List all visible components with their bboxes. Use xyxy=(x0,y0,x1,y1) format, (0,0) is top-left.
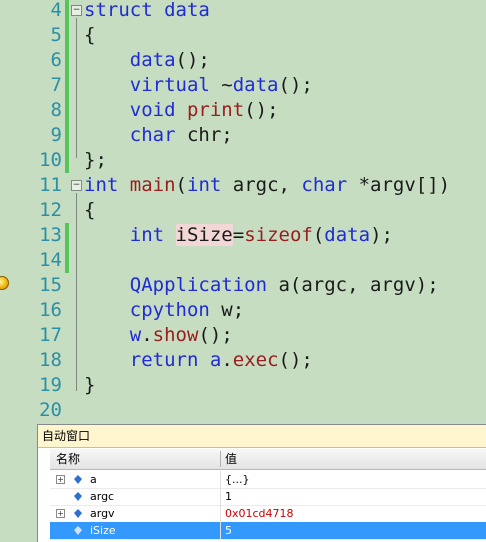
code-text: { xyxy=(84,24,96,46)
change-indicator xyxy=(65,23,69,48)
fold-guide xyxy=(76,18,77,158)
line-number: 19 xyxy=(39,374,62,396)
variable-row[interactable]: argc 1 xyxy=(50,488,486,506)
code-line[interactable]: 19 } xyxy=(0,373,486,398)
fold-collapse-icon[interactable]: − xyxy=(71,5,82,16)
change-indicator xyxy=(65,123,69,148)
fold-collapse-icon[interactable]: − xyxy=(71,180,82,191)
line-number: 20 xyxy=(39,399,62,421)
cell-separator xyxy=(220,471,221,488)
code-text: struct data xyxy=(84,0,210,21)
code-line[interactable]: 9 char chr; xyxy=(0,123,486,148)
code-text: return a.exec(); xyxy=(129,349,313,371)
code-line[interactable]: 16 cpython w; xyxy=(0,298,486,323)
change-indicator xyxy=(65,48,69,73)
line-number: 12 xyxy=(39,199,62,221)
line-number: 17 xyxy=(39,324,62,346)
line-number: 7 xyxy=(50,74,62,96)
line-number: 13 xyxy=(39,224,62,246)
column-name-header[interactable]: 名称 xyxy=(56,449,80,469)
change-indicator xyxy=(65,0,69,23)
code-line[interactable]: 11 − int main(int argc, char *argv[]) xyxy=(0,173,486,198)
variable-value[interactable]: 1 xyxy=(225,488,232,505)
expand-icon[interactable]: + xyxy=(56,475,65,484)
code-line[interactable]: 12 { xyxy=(0,198,486,223)
code-line[interactable]: 6 data(); xyxy=(0,48,486,73)
code-line[interactable]: 20 xyxy=(0,398,486,423)
change-indicator xyxy=(65,73,69,98)
variable-name: argv xyxy=(90,507,115,520)
line-number: 18 xyxy=(39,349,62,371)
code-line[interactable]: 18 return a.exec(); xyxy=(0,348,486,373)
change-indicator xyxy=(65,98,69,123)
code-text: data(); xyxy=(129,49,210,71)
code-text: } xyxy=(84,374,96,396)
autos-window-title: 自动窗口 xyxy=(38,425,486,448)
cell-separator xyxy=(220,505,221,522)
variable-icon xyxy=(74,492,82,501)
variable-icon xyxy=(74,475,82,484)
line-number: 8 xyxy=(50,99,62,121)
expand-icon[interactable]: + xyxy=(56,509,65,518)
code-line[interactable]: 14 xyxy=(0,248,486,273)
code-text: cpython w; xyxy=(129,299,245,321)
line-number: 16 xyxy=(39,299,62,321)
code-text: w.show(); xyxy=(129,324,233,346)
variable-row[interactable]: + argv 0x01cd4718 xyxy=(50,505,486,523)
change-indicator xyxy=(65,223,69,248)
cell-separator xyxy=(220,488,221,505)
fold-guide xyxy=(76,193,77,391)
line-number: 9 xyxy=(50,124,62,146)
autos-column-header: 名称 值 xyxy=(50,449,486,470)
code-line[interactable]: 13 int iSize=sizeof(data); xyxy=(0,223,486,248)
code-line[interactable]: 7 virtual ~data(); xyxy=(0,73,486,98)
variable-name: a xyxy=(90,473,97,486)
code-line[interactable]: 15 QApplication a(argc, argv); xyxy=(0,273,486,298)
change-indicator xyxy=(65,148,69,173)
code-text: int iSize=sizeof(data); xyxy=(129,224,393,246)
variable-value[interactable]: 5 xyxy=(225,522,232,539)
code-text: QApplication a(argc, argv); xyxy=(129,274,439,296)
variable-icon xyxy=(74,526,82,535)
variable-icon xyxy=(74,509,82,518)
column-value-header[interactable]: 值 xyxy=(225,449,237,469)
code-editor[interactable]: 4 − struct data 5 { 6 data(); 7 virtual … xyxy=(0,0,486,423)
variable-row[interactable]: + a {...} xyxy=(50,471,486,489)
line-number: 11 xyxy=(39,174,62,196)
code-text: virtual ~data(); xyxy=(129,74,313,96)
variable-value[interactable]: {...} xyxy=(225,471,250,488)
variable-value[interactable]: 0x01cd4718 xyxy=(225,505,294,522)
line-number: 5 xyxy=(50,24,62,46)
code-text: int main(int argc, char *argv[]) xyxy=(84,174,451,196)
cell-separator xyxy=(220,522,221,539)
column-separator[interactable] xyxy=(220,451,221,467)
line-number: 15 xyxy=(39,274,62,296)
code-line[interactable]: 17 w.show(); xyxy=(0,323,486,348)
code-text: void print(); xyxy=(129,99,279,121)
line-number: 14 xyxy=(39,249,62,271)
code-line[interactable]: 8 void print(); xyxy=(0,98,486,123)
code-text: { xyxy=(84,199,96,221)
change-indicator xyxy=(65,248,69,273)
variable-name: iSize xyxy=(90,524,116,537)
autos-window[interactable]: 自动窗口 名称 值 + a {...} argc 1 + argv 0x01cd… xyxy=(37,424,486,542)
code-line[interactable]: 4 − struct data xyxy=(0,0,486,23)
line-number: 4 xyxy=(50,0,62,21)
line-number: 10 xyxy=(39,149,62,171)
code-line[interactable]: 10 }; xyxy=(0,148,486,173)
code-text: char chr; xyxy=(129,124,233,146)
code-text: }; xyxy=(84,149,107,171)
variable-name: argc xyxy=(90,490,115,503)
variable-row-selected[interactable]: iSize 5 xyxy=(50,522,486,540)
code-line[interactable]: 5 { xyxy=(0,23,486,48)
line-number: 6 xyxy=(50,49,62,71)
